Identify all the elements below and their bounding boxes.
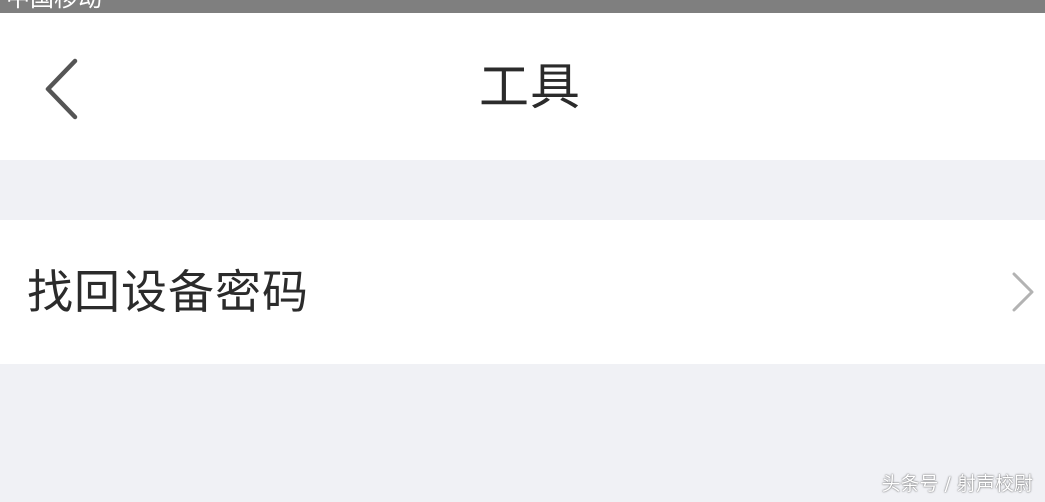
carrier-label: 中国移动 <box>6 0 102 10</box>
list-item-recover-device-password[interactable]: 找回设备密码 <box>0 220 1045 364</box>
chevron-right-icon <box>1012 272 1034 312</box>
status-bar: 中国移动 <box>0 0 1045 13</box>
list-item-label: 找回设备密码 <box>27 265 309 319</box>
watermark: 头条号 / 射声校尉 <box>881 473 1033 495</box>
navigation-bar: 工具 <box>0 13 1045 160</box>
page-title: 工具 <box>479 58 581 116</box>
